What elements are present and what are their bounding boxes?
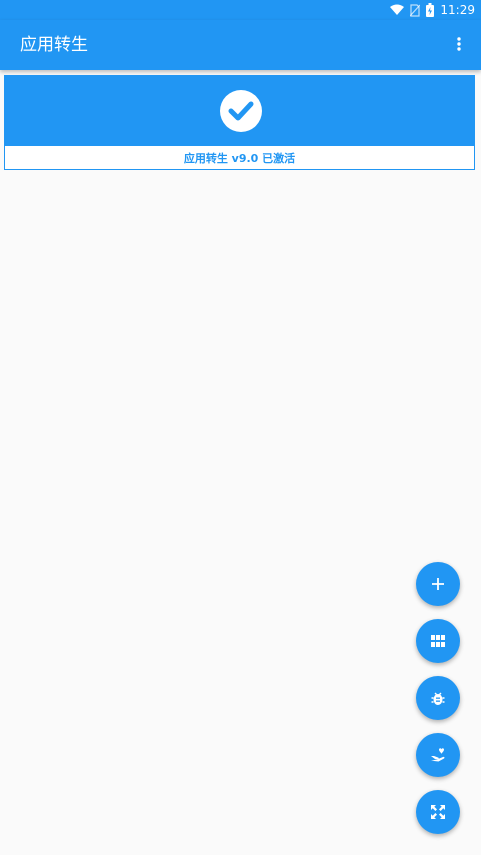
fullscreen-button[interactable] xyxy=(416,790,460,834)
clock: 11:29 xyxy=(440,3,475,17)
apps-grid-button[interactable] xyxy=(416,619,460,663)
app-bar: 应用转生 xyxy=(0,20,481,70)
add-button[interactable] xyxy=(416,562,460,606)
battery-charging-icon xyxy=(426,3,435,17)
debug-button[interactable] xyxy=(416,676,460,720)
more-vert-icon xyxy=(457,36,461,55)
more-options-button[interactable] xyxy=(451,33,467,57)
activation-status-text: 应用转生 v9.0 已激活 xyxy=(183,152,296,165)
status-icons: 11:29 xyxy=(390,2,475,18)
check-circle-icon xyxy=(219,89,263,133)
app-title: 应用转生 xyxy=(20,35,88,55)
fullscreen-expand-icon xyxy=(430,804,446,820)
bug-icon xyxy=(430,690,446,706)
wifi-icon xyxy=(390,4,405,16)
activation-card-header xyxy=(5,76,474,146)
apps-grid-icon xyxy=(431,635,445,647)
add-icon xyxy=(431,577,445,591)
donate-button[interactable] xyxy=(416,733,460,777)
status-bar: 11:29 xyxy=(0,0,481,20)
activation-card[interactable]: 应用转生 v9.0 已激活 xyxy=(4,75,475,170)
donate-hand-heart-icon xyxy=(430,747,446,763)
no-sim-icon xyxy=(410,3,421,17)
